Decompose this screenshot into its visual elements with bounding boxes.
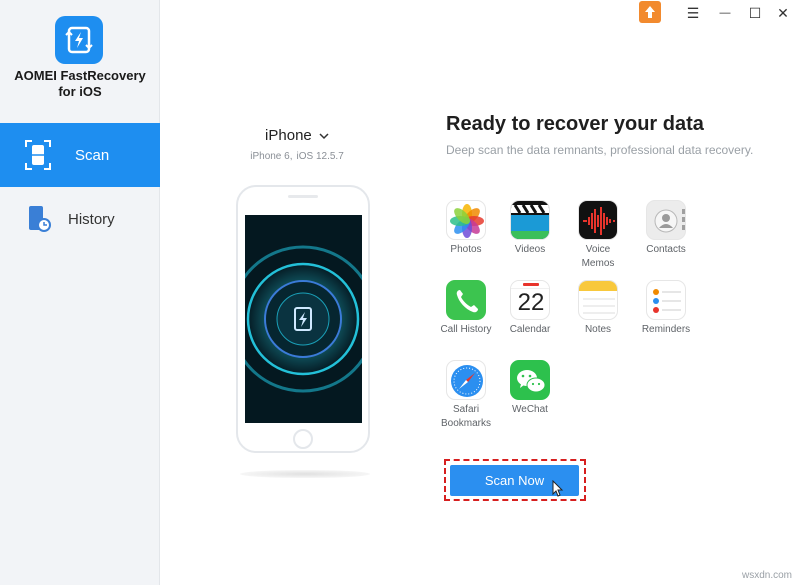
phone-home-button	[293, 429, 313, 449]
data-type-label: WeChat	[512, 404, 548, 415]
close-button[interactable]: ✕	[774, 4, 792, 22]
device-model: iPhone 6,	[250, 151, 293, 162]
menu-button[interactable]: ☰	[684, 4, 702, 22]
safari-icon	[446, 360, 486, 400]
iphone-illustration	[236, 185, 370, 453]
device-selector[interactable]: iPhone	[232, 127, 362, 144]
data-type-wechat[interactable]: WeChat	[500, 360, 560, 417]
wechat-icon	[510, 360, 550, 400]
call-history-icon	[446, 280, 486, 320]
device-name: iPhone	[265, 127, 312, 144]
data-type-label: Voice Memos	[581, 244, 615, 269]
sidebar-item-history[interactable]: History	[0, 187, 160, 251]
data-type-label: Notes	[584, 324, 612, 335]
contacts-icon	[646, 200, 686, 240]
data-type-safari-bookmarks[interactable]: Safari Bookmarks	[436, 360, 496, 431]
data-type-label: Call History	[440, 324, 492, 335]
data-type-photos[interactable]: Photos	[436, 200, 496, 257]
device-info: iPhone 6, iOS 12.5.7	[232, 151, 362, 162]
data-type-label: Contacts	[646, 244, 686, 255]
data-type-notes[interactable]: Notes	[568, 280, 628, 337]
phone-screen	[245, 215, 362, 423]
data-type-contacts[interactable]: Contacts	[636, 200, 696, 257]
page-subtitle: Deep scan the data remnants, professiona…	[446, 143, 754, 157]
sidebar: AOMEI FastRecovery for iOS Scan History	[0, 0, 160, 585]
sidebar-item-scan[interactable]: Scan	[0, 123, 160, 187]
mouse-cursor-icon	[552, 480, 564, 497]
data-type-videos[interactable]: Videos	[500, 200, 560, 257]
history-icon	[29, 206, 51, 232]
videos-icon	[510, 200, 550, 240]
app-title-line1: AOMEI FastRecovery	[14, 68, 146, 83]
device-ios-version: iOS 12.5.7	[296, 151, 344, 162]
data-type-label: Calendar	[509, 324, 551, 335]
data-type-reminders[interactable]: Reminders	[636, 280, 696, 337]
scan-icon	[25, 140, 51, 170]
data-type-label: Reminders	[641, 324, 691, 335]
app-logo-icon	[55, 16, 103, 64]
watermark: wsxdn.com	[741, 570, 792, 581]
sidebar-item-label: Scan	[75, 146, 110, 164]
data-type-label: Videos	[514, 244, 546, 255]
calendar-day: 22	[517, 289, 545, 316]
page-title: Ready to recover your data	[446, 113, 704, 135]
data-type-label: Photos	[450, 244, 482, 255]
app-title-line2: for iOS	[58, 84, 102, 99]
app-title: AOMEI FastRecovery for iOS	[0, 68, 160, 100]
data-type-voice-memos[interactable]: Voice Memos	[568, 200, 628, 271]
chevron-down-icon	[319, 133, 329, 140]
data-type-call-history[interactable]: Call History	[436, 280, 496, 337]
data-type-label: Safari Bookmarks	[440, 404, 491, 429]
photos-icon	[446, 200, 486, 240]
minimize-button[interactable]: —	[716, 4, 734, 22]
phone-speaker	[288, 195, 318, 198]
reminders-icon	[646, 280, 686, 320]
sidebar-item-label: History	[68, 210, 115, 228]
phone-shadow	[240, 470, 370, 478]
data-type-calendar[interactable]: 22 Calendar	[500, 280, 560, 337]
notes-icon	[578, 280, 618, 320]
calendar-icon: 22	[510, 280, 550, 320]
upgrade-icon[interactable]	[639, 1, 661, 23]
voice-memos-icon	[578, 200, 618, 240]
maximize-button[interactable]: ☐	[746, 4, 764, 22]
